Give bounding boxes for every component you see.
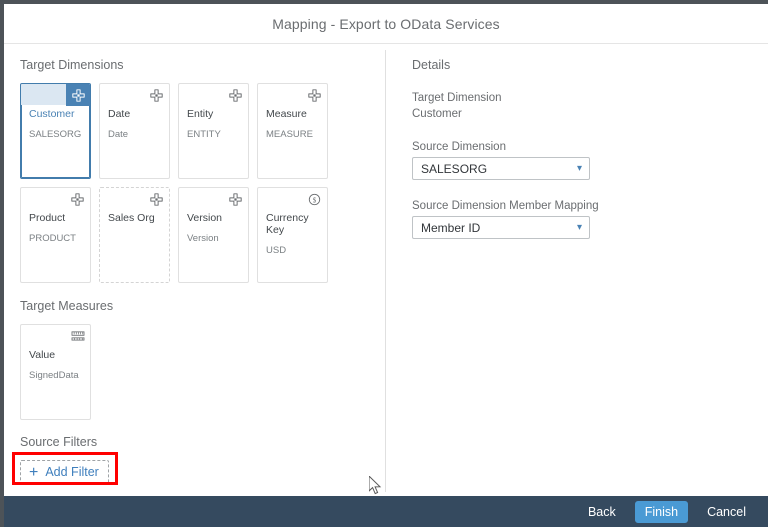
tile-subtitle: Date (108, 129, 129, 140)
tile-currency-key[interactable]: $ Currency Key USD (257, 187, 328, 283)
dimension-cross-icon (149, 88, 164, 103)
dialog-title: Mapping - Export to OData Services (272, 15, 500, 32)
chevron-down-icon: ▾ (576, 221, 582, 233)
target-dimensions-grid: Customer SALESORG Date Date Entity ENTITY Meas… (20, 83, 360, 283)
tile-title: Value (29, 349, 56, 361)
target-dimensions-label: Target Dimensions (20, 58, 124, 72)
details-heading: Details (412, 58, 451, 72)
tile-subtitle: Version (187, 233, 219, 244)
dialog-body: Target Dimensions Customer SALESORG Date Da… (4, 44, 768, 496)
tile-title: Entity (187, 108, 214, 120)
tile-subtitle: SALESORG (29, 129, 82, 140)
tile-product[interactable]: Product PRODUCT (20, 187, 91, 283)
tile-entity[interactable]: Entity ENTITY (178, 83, 249, 179)
app-window: Mapping - Export to OData Services Targe… (0, 0, 768, 527)
tile-title: Product (29, 212, 66, 224)
member-mapping-label: Source Dimension Member Mapping (412, 200, 599, 212)
svg-text:$: $ (313, 197, 317, 204)
tile-sales-org[interactable]: Sales Org (99, 187, 170, 283)
tile-customer[interactable]: Customer SALESORG (20, 83, 91, 179)
tile-title: Version (187, 212, 223, 224)
dimension-cross-icon (228, 88, 243, 103)
dimension-cross-icon (228, 192, 243, 207)
target-dimension-label: Target Dimension (412, 92, 502, 104)
add-filter-label: Add Filter (45, 465, 99, 479)
plus-icon: + (29, 463, 39, 481)
tile-subtitle: SignedData (29, 370, 79, 381)
tile-title: Date (108, 108, 131, 120)
member-mapping-selected-value: Member ID (421, 220, 481, 235)
source-filters-label: Source Filters (20, 435, 98, 449)
source-dimension-select[interactable]: SALESORG ▾ (412, 157, 590, 180)
left-pane: Target Dimensions Customer SALESORG Date Da… (4, 44, 385, 496)
dimension-cross-icon (307, 88, 322, 103)
mapping-dialog: Mapping - Export to OData Services Targe… (4, 4, 768, 527)
dialog-footer: Back Finish Cancel (4, 496, 768, 527)
dimension-cross-icon (66, 84, 90, 106)
measure-icon (70, 329, 85, 344)
details-pane: Details Target Dimension Customer Source… (386, 44, 768, 496)
tile-title: Currency Key (266, 212, 309, 236)
back-button[interactable]: Back (578, 501, 626, 523)
finish-button[interactable]: Finish (634, 500, 689, 523)
dimension-cross-icon (149, 192, 164, 207)
add-filter-button[interactable]: + Add Filter (20, 460, 109, 484)
dialog-titlebar: Mapping - Export to OData Services (4, 4, 768, 44)
source-dimension-label: Source Dimension (412, 141, 506, 153)
target-measures-label: Target Measures (20, 299, 114, 313)
tile-title: Customer (29, 108, 75, 120)
target-dimension-value: Customer (412, 108, 462, 120)
tile-version[interactable]: Version Version (178, 187, 249, 283)
tile-date[interactable]: Date Date (99, 83, 170, 179)
currency-dollar-icon: $ (307, 192, 322, 207)
tile-subtitle: PRODUCT (29, 233, 76, 244)
add-filter-highlight-wrap: + Add Filter (12, 452, 118, 485)
source-dimension-selected-value: SALESORG (421, 161, 488, 176)
tile-measure[interactable]: Measure MEASURE (257, 83, 328, 179)
tile-title: Measure (266, 108, 307, 120)
tile-subtitle: MEASURE (266, 129, 313, 140)
member-mapping-select[interactable]: Member ID ▾ (412, 216, 590, 239)
chevron-down-icon: ▾ (576, 162, 582, 174)
tile-subtitle: ENTITY (187, 129, 221, 140)
cancel-button[interactable]: Cancel (697, 501, 756, 523)
tile-value[interactable]: Value SignedData (20, 324, 91, 420)
dimension-cross-icon (70, 192, 85, 207)
tile-subtitle: USD (266, 245, 287, 256)
target-measures-grid: Value SignedData (20, 324, 360, 420)
tile-title: Sales Org (108, 212, 155, 224)
